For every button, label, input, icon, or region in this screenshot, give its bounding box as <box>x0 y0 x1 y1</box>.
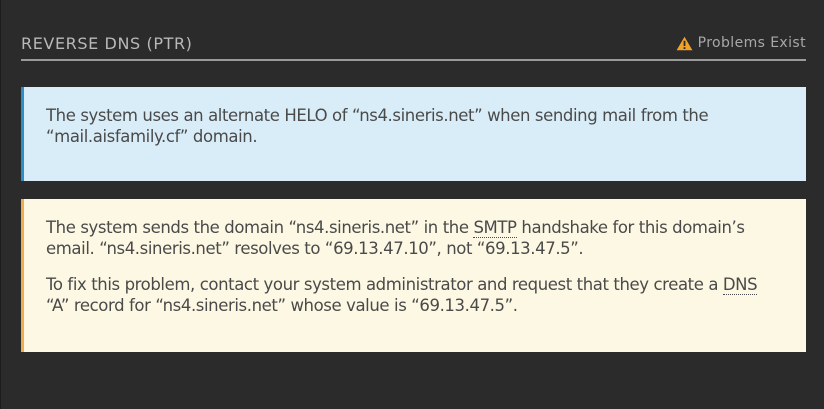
warning-alert: The system sends the domain “ns4.sineris… <box>21 199 806 352</box>
problem-text-start: The system sends the domain “ns4.sineris… <box>46 218 474 237</box>
warning-alert-problem-text: The system sends the domain “ns4.sineris… <box>46 217 784 259</box>
info-alert-text: The system uses an alternate HELO of “ns… <box>46 106 709 146</box>
smtp-abbreviation[interactable]: SMTP <box>473 218 517 238</box>
info-alert: The system uses an alternate HELO of “ns… <box>21 87 806 181</box>
status-label: Problems Exist <box>697 35 806 51</box>
section-header: REVERSE DNS (PTR) Problems Exist <box>21 32 806 61</box>
fix-text-start: To fix this problem, contact your system… <box>46 275 723 294</box>
dns-abbreviation[interactable]: DNS <box>722 275 758 295</box>
section-title: REVERSE DNS (PTR) <box>21 34 193 53</box>
warning-triangle-icon <box>676 36 693 51</box>
warning-alert-fix-text: To fix this problem, contact your system… <box>46 274 784 316</box>
status-indicator: Problems Exist <box>676 35 806 51</box>
reverse-dns-panel: REVERSE DNS (PTR) Problems Exist The sys… <box>1 0 824 409</box>
fix-text-end: “A” record for “ns4.sineris.net” whose v… <box>46 296 518 315</box>
